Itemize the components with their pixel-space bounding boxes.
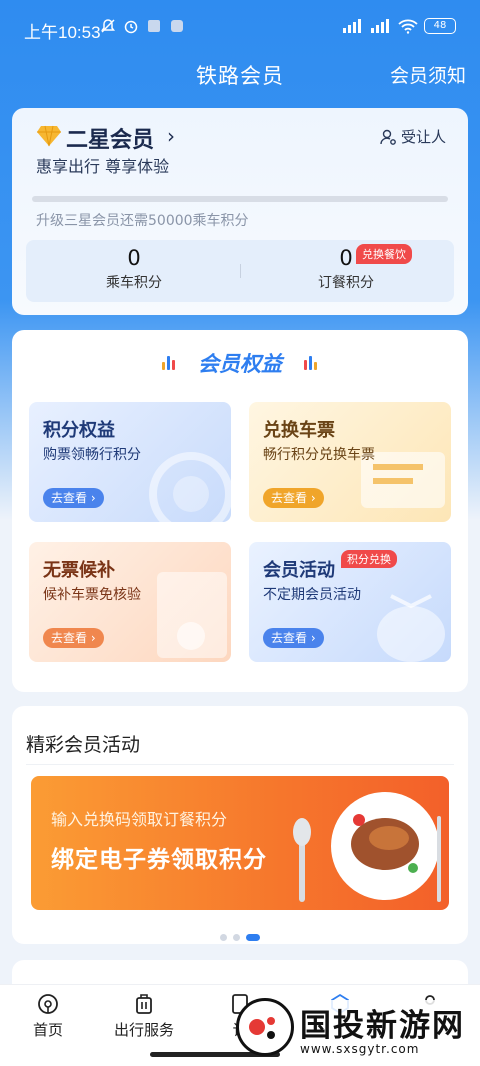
view-button[interactable]: 去查看 › bbox=[263, 488, 324, 508]
upgrade-hint: 升级三星会员还需50000乘车积分 bbox=[36, 213, 249, 229]
view-button[interactable]: 去查看 › bbox=[43, 628, 104, 648]
status-left-icons bbox=[100, 18, 185, 34]
luggage-icon bbox=[136, 994, 152, 1014]
benefits-title: 会员权益 bbox=[198, 352, 282, 376]
carousel-dot[interactable] bbox=[220, 934, 227, 941]
benefit-tile-waitlist[interactable]: 无票候补 候补车票免核验 去查看 › bbox=[29, 542, 231, 662]
view-button[interactable]: 去查看 › bbox=[43, 488, 104, 508]
tile-subtitle: 购票领畅行积分 bbox=[43, 447, 141, 463]
benefits-section: 会员权益 积分权益 购票领畅行积分 去查看 › 兑换车票 畅行积分兑换车票 去查… bbox=[12, 330, 468, 692]
tile-title: 兑换车票 bbox=[263, 420, 335, 441]
top-nav: 铁路会员 会员须知 bbox=[0, 56, 480, 92]
view-button-label: 去查看 bbox=[51, 491, 88, 505]
status-time: 上午10:53 bbox=[24, 23, 101, 42]
watermark-text: 国投新游网 bbox=[300, 1000, 465, 1045]
app-notification-icon-2 bbox=[171, 20, 183, 32]
activity-banner[interactable]: 输入兑换码领取订餐积分 绑定电子券领取积分 bbox=[31, 776, 449, 910]
member-notice-link[interactable]: 会员须知 bbox=[390, 61, 466, 88]
nav-travel-service[interactable]: 出行服务 bbox=[104, 993, 184, 1040]
nav-home[interactable]: 首页 bbox=[18, 993, 78, 1040]
diamond-icon bbox=[37, 125, 61, 147]
tile-title: 无票候补 bbox=[43, 560, 115, 581]
points-divider bbox=[240, 264, 241, 278]
upgrade-progress-bar bbox=[32, 196, 448, 202]
steak-plate-illustration bbox=[293, 792, 441, 902]
gift-bag-icon bbox=[377, 594, 445, 662]
tile-subtitle: 不定期会员活动 bbox=[263, 587, 361, 603]
points-exchange-badge: 积分兑换 bbox=[341, 550, 397, 568]
status-right-icons: 48 bbox=[342, 18, 456, 34]
mute-bell-icon bbox=[101, 19, 115, 33]
ride-points[interactable]: 0 乘车积分 bbox=[34, 246, 234, 292]
nav-home-label: 首页 bbox=[32, 1021, 63, 1039]
view-button-label: 去查看 bbox=[271, 631, 308, 645]
ticket-stub-icon bbox=[157, 572, 227, 658]
ride-points-label: 乘车积分 bbox=[106, 275, 162, 291]
view-button-label: 去查看 bbox=[271, 491, 308, 505]
watermark-logo bbox=[236, 998, 294, 1056]
yield-person-label: 受让人 bbox=[400, 128, 446, 146]
status-bar: 上午10:53 48 bbox=[0, 0, 480, 56]
carousel-dot[interactable] bbox=[246, 934, 260, 941]
dining-points-value: 0 bbox=[339, 246, 353, 270]
signal-icon bbox=[343, 19, 361, 33]
banner-subtitle: 输入兑换码领取订餐积分 bbox=[51, 810, 228, 829]
benefit-tile-activities[interactable]: 会员活动 积分兑换 不定期会员活动 去查看 › bbox=[249, 542, 451, 662]
tile-subtitle: 畅行积分兑换车票 bbox=[263, 447, 375, 463]
tile-subtitle: 候补车票免核验 bbox=[43, 587, 141, 603]
alarm-icon bbox=[124, 20, 138, 34]
signal-icon-2 bbox=[371, 19, 389, 33]
watermark: 国投新游网 www.sxsgytr.com bbox=[236, 996, 476, 1062]
banner-title: 绑定电子券领取积分 bbox=[51, 847, 267, 873]
app-notification-icon bbox=[148, 20, 160, 32]
member-level[interactable]: 二星会员 bbox=[66, 122, 154, 154]
view-button-label: 去查看 bbox=[51, 631, 88, 645]
divider bbox=[26, 764, 454, 765]
activities-section: 精彩会员活动 输入兑换码领取订餐积分 绑定电子券领取积分 bbox=[12, 706, 468, 944]
points-summary: 0 乘车积分 0 订餐积分 兑换餐饮 bbox=[26, 240, 454, 302]
tile-title: 积分权益 bbox=[43, 420, 115, 441]
title-bars-right bbox=[304, 356, 317, 370]
tile-title: 会员活动 bbox=[263, 560, 335, 581]
watermark-logo-icon bbox=[249, 1017, 275, 1039]
dining-points-label: 订餐积分 bbox=[318, 275, 374, 291]
benefit-tile-points[interactable]: 积分权益 购票领畅行积分 去查看 › bbox=[29, 402, 231, 522]
nav-travel-service-label: 出行服务 bbox=[113, 1021, 174, 1039]
person-settings-icon bbox=[380, 129, 396, 145]
battery-indicator: 48 bbox=[424, 18, 456, 34]
view-button[interactable]: 去查看 › bbox=[263, 628, 324, 648]
watermark-url: www.sxsgytr.com bbox=[300, 1042, 420, 1056]
dining-points[interactable]: 0 订餐积分 bbox=[246, 246, 446, 292]
chevron-right-icon[interactable]: › bbox=[167, 124, 175, 148]
wifi-icon bbox=[398, 19, 418, 34]
activities-title: 精彩会员活动 bbox=[26, 734, 141, 756]
member-card: 二星会员 › 惠享出行 尊享体验 受让人 升级三星会员还需50000乘车积分 0… bbox=[12, 108, 468, 315]
carousel-dots bbox=[12, 926, 468, 945]
carousel-dot[interactable] bbox=[233, 934, 240, 941]
home-icon bbox=[38, 994, 58, 1014]
redeem-dining-badge[interactable]: 兑换餐饮 bbox=[356, 244, 412, 264]
member-slogan: 惠享出行 尊享体验 bbox=[36, 157, 170, 176]
ride-points-value: 0 bbox=[127, 246, 141, 270]
yield-person-button[interactable]: 受让人 bbox=[379, 126, 446, 147]
benefit-tile-exchange-ticket[interactable]: 兑换车票 畅行积分兑换车票 去查看 › bbox=[249, 402, 451, 522]
